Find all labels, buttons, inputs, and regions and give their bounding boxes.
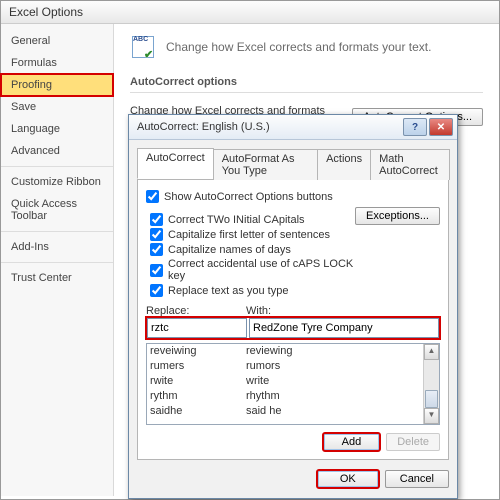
lbl-show-buttons: Show AutoCorrect Options buttons <box>164 191 333 203</box>
sidebar-item-customize-ribbon[interactable]: Customize Ribbon <box>1 171 113 193</box>
chk-capitalize-days[interactable] <box>150 243 163 256</box>
sidebar-item-language[interactable]: Language <box>1 118 113 140</box>
sidebar-item-formulas[interactable]: Formulas <box>1 52 113 74</box>
lbl-capitalize-sentences: Capitalize first letter of sentences <box>168 229 330 241</box>
tab-autoformat[interactable]: AutoFormat As You Type <box>213 149 318 180</box>
tab-panel-autocorrect: Show AutoCorrect Options buttons Correct… <box>137 180 449 460</box>
autocorrect-list[interactable]: reveiwingreviewing rumersrumors rwitewri… <box>146 343 440 425</box>
sidebar-item-addins[interactable]: Add-Ins <box>1 236 113 258</box>
scroll-down-icon[interactable]: ▼ <box>424 408 439 424</box>
lbl-two-initial-caps: Correct TWo INitial CApitals <box>168 214 305 226</box>
sidebar-item-save[interactable]: Save <box>1 96 113 118</box>
page-header-text: Change how Excel corrects and formats yo… <box>166 40 431 54</box>
list-item: rythmrhythm <box>147 389 439 404</box>
sidebar-item-advanced[interactable]: Advanced <box>1 140 113 162</box>
dialog-title: AutoCorrect: English (U.S.) <box>137 121 270 133</box>
with-label: With: <box>246 305 440 317</box>
scroll-up-icon[interactable]: ▲ <box>424 344 439 360</box>
chk-two-initial-caps[interactable] <box>150 213 163 226</box>
ok-button[interactable]: OK <box>317 470 379 488</box>
chk-replace-as-type[interactable] <box>150 284 163 297</box>
spellcheck-icon: ABC ✔ <box>130 34 156 60</box>
options-sidebar: General Formulas Proofing Save Language … <box>1 24 114 496</box>
exceptions-button[interactable]: Exceptions... <box>355 207 440 225</box>
chk-caps-lock[interactable] <box>150 264 163 277</box>
window-title: Excel Options <box>1 1 499 24</box>
tab-autocorrect[interactable]: AutoCorrect <box>137 148 214 179</box>
list-item: reveiwingreviewing <box>147 344 439 359</box>
close-button[interactable]: ✕ <box>429 118 453 136</box>
sidebar-item-proofing[interactable]: Proofing <box>1 74 113 96</box>
sidebar-item-qat[interactable]: Quick Access Toolbar <box>1 193 113 227</box>
sidebar-item-general[interactable]: General <box>1 30 113 52</box>
with-input[interactable] <box>249 318 439 338</box>
dialog-tabs: AutoCorrect AutoFormat As You Type Actio… <box>137 148 449 180</box>
tab-actions[interactable]: Actions <box>317 149 371 180</box>
chk-show-buttons[interactable] <box>146 190 159 203</box>
dialog-titlebar[interactable]: AutoCorrect: English (U.S.) ? ✕ <box>129 115 457 140</box>
section-title: AutoCorrect options <box>130 76 483 93</box>
sidebar-item-trust-center[interactable]: Trust Center <box>1 267 113 289</box>
lbl-replace-as-type: Replace text as you type <box>168 285 288 297</box>
help-button[interactable]: ? <box>403 118 427 136</box>
list-item: saidhesaid he <box>147 404 439 419</box>
excel-options-window: Excel Options General Formulas Proofing … <box>0 0 500 500</box>
replace-label: Replace: <box>146 305 246 317</box>
scroll-thumb[interactable] <box>425 390 438 408</box>
tab-math[interactable]: Math AutoCorrect <box>370 149 450 180</box>
delete-button[interactable]: Delete <box>386 433 440 451</box>
lbl-caps-lock: Correct accidental use of cAPS LOCK key <box>168 258 356 282</box>
cancel-button[interactable]: Cancel <box>385 470 449 488</box>
autocorrect-dialog: AutoCorrect: English (U.S.) ? ✕ AutoCorr… <box>128 114 458 499</box>
list-scrollbar[interactable]: ▲ ▼ <box>423 344 439 424</box>
list-item: rwitewrite <box>147 374 439 389</box>
list-item: rumersrumors <box>147 359 439 374</box>
replace-input[interactable] <box>147 318 247 338</box>
add-button[interactable]: Add <box>323 433 381 451</box>
lbl-capitalize-days: Capitalize names of days <box>168 244 291 256</box>
chk-capitalize-sentences[interactable] <box>150 228 163 241</box>
